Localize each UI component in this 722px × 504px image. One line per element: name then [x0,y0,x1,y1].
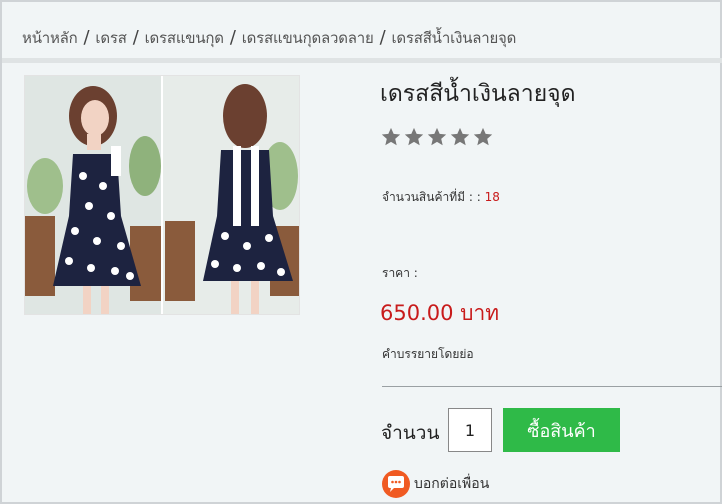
rating-stars[interactable] [380,126,494,148]
stock-label: จำนวนสินค้าที่มี : : [382,190,481,204]
breadcrumb-separator: / [229,27,236,48]
buy-button[interactable]: ซื้อสินค้า [503,408,620,452]
breadcrumb: หน้าหลัก / เดรส / เดรสแขนกุด / เดรสแขนกุดลวดลา… [22,26,516,50]
quantity-label: จำนวน [381,422,440,444]
star-icon[interactable] [403,126,425,148]
breadcrumb-separator: / [379,27,386,48]
breadcrumb-patterned-sleeveless-dress[interactable]: เดรสแขนกุดลวดลาย [242,29,374,47]
share-label[interactable]: บอกต่อเพื่อน [414,473,489,495]
star-icon[interactable] [426,126,448,148]
breadcrumb-separator: / [83,27,90,48]
breadcrumb-current: เดรสสีน้ำเงินลายจุด [391,29,517,47]
header-divider [2,58,722,63]
chat-bubble-icon[interactable] [382,470,410,498]
product-image[interactable] [24,75,300,315]
star-icon[interactable] [449,126,471,148]
section-divider [382,386,722,387]
star-icon[interactable] [380,126,402,148]
breadcrumb-home[interactable]: หน้าหลัก [22,29,78,47]
short-description-label: คำบรรยายโดยย่อ [382,347,474,361]
breadcrumb-separator: / [132,27,139,48]
chat-icon-glyph [388,476,404,492]
product-title: เดรสสีน้ำเงินลายจุด [380,81,576,107]
price-label: ราคา : [382,266,418,280]
breadcrumb-sleeveless-dress[interactable]: เดรสแขนกุด [145,29,224,47]
share-with-friend[interactable]: บอกต่อเพื่อน [382,470,489,498]
stock-value: 18 [484,190,500,204]
star-icon[interactable] [472,126,494,148]
price-value: 650.00 บาท [380,301,500,325]
quantity-input[interactable] [448,408,492,452]
stock-info: จำนวนสินค้าที่มี : : 18 [382,188,500,207]
breadcrumb-dress[interactable]: เดรส [95,29,126,47]
dress-photo [25,76,299,314]
